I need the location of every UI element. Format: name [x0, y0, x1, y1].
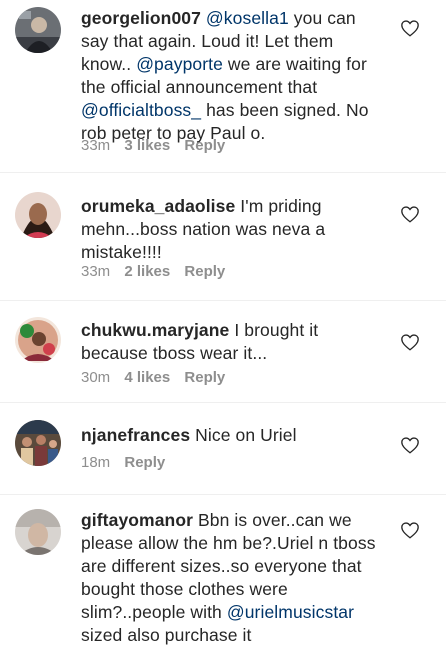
heart-icon[interactable] [400, 521, 420, 539]
avatar[interactable] [15, 7, 61, 53]
comment-item: chukwu.maryjane I brought it because tbo… [0, 312, 446, 400]
comment-meta: 30m 4 likes Reply [81, 368, 235, 388]
mention-link[interactable]: @kosella1 [206, 8, 289, 28]
comment-time: 18m [81, 454, 111, 471]
heart-icon[interactable] [400, 436, 420, 454]
comment-body: chukwu.maryjane I brought it because tbo… [81, 319, 381, 365]
comment-username[interactable]: georgelion007 [81, 8, 201, 28]
comment-username[interactable]: chukwu.maryjane [81, 320, 229, 340]
comment-text-fragment: Nice on Uriel [195, 425, 297, 445]
comment-time: 33m [81, 137, 111, 154]
comment-body: giftayomanor Bbn is over..can we please … [81, 509, 381, 647]
mention-link[interactable]: @payporte [136, 54, 223, 74]
reply-button[interactable]: Reply [184, 369, 225, 386]
heart-icon[interactable] [400, 333, 420, 351]
comment-username[interactable]: njanefrances [81, 425, 190, 445]
comment-list: georgelion007 @kosella1 you can say that… [0, 0, 446, 645]
likes-count[interactable]: 2 likes [124, 263, 170, 280]
comment-text: Nice on Uriel [195, 425, 296, 445]
heart-icon[interactable] [400, 19, 420, 37]
comment-meta: 33m 2 likes Reply [81, 262, 235, 282]
divider [0, 300, 446, 301]
comment-time: 33m [81, 263, 111, 280]
comment-item: georgelion007 @kosella1 you can say that… [0, 0, 446, 170]
comment-body: orumeka_adaolise I'm priding mehn...boss… [81, 195, 381, 264]
avatar[interactable] [15, 192, 61, 238]
avatar[interactable] [15, 509, 61, 555]
reply-button[interactable]: Reply [124, 454, 165, 471]
avatar[interactable] [15, 317, 61, 363]
divider [0, 172, 446, 173]
comment-body: georgelion007 @kosella1 you can say that… [81, 7, 381, 145]
comment-text-fragment: sized also purchase it [81, 625, 252, 645]
avatar[interactable] [15, 420, 61, 466]
comment-item: njanefrances Nice on Uriel 18m Reply [0, 416, 446, 488]
reply-button[interactable]: Reply [184, 137, 225, 154]
mention-link[interactable]: @officialtboss_ [81, 100, 201, 120]
heart-icon[interactable] [400, 205, 420, 223]
likes-count[interactable]: 3 likes [124, 137, 170, 154]
divider [0, 402, 446, 403]
comment-meta: 33m 3 likes Reply [81, 136, 235, 156]
comment-text: @kosella1 you can say that again. Loud i… [81, 8, 369, 143]
divider [0, 494, 446, 495]
comment-item: orumeka_adaolise I'm priding mehn...boss… [0, 184, 446, 294]
mention-link[interactable]: @urielmusicstar [227, 602, 354, 622]
comment-meta: 18m Reply [81, 453, 175, 473]
comment-username[interactable]: giftayomanor [81, 510, 193, 530]
comment-body: njanefrances Nice on Uriel [81, 424, 381, 447]
comment-item: giftayomanor Bbn is over..can we please … [0, 500, 446, 645]
reply-button[interactable]: Reply [184, 263, 225, 280]
comment-time: 30m [81, 369, 111, 386]
comment-username[interactable]: orumeka_adaolise [81, 196, 235, 216]
likes-count[interactable]: 4 likes [124, 369, 170, 386]
comment-text: Bbn is over..can we please allow the hm … [81, 510, 376, 645]
